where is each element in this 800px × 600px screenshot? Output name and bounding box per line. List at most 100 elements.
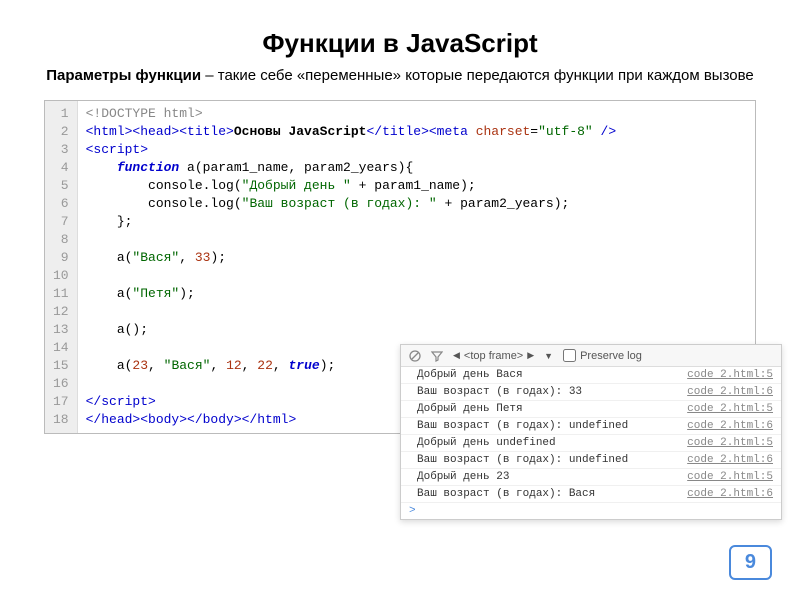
code-token: <!DOCTYPE html> (86, 106, 203, 121)
line-number: 14 (53, 339, 69, 357)
code-token: + param2_years); (437, 196, 570, 211)
code-token: a(param1_name, param2_years){ (179, 160, 413, 175)
console-src[interactable]: code 2.html:5 (687, 369, 773, 381)
code-token: charset (476, 124, 531, 139)
code-token: <script> (86, 142, 148, 157)
console-row: Добрый день Петяcode 2.html:5 (401, 401, 781, 418)
code-token: , (179, 250, 195, 265)
clear-console-icon[interactable] (409, 350, 421, 362)
blank-line (86, 303, 747, 321)
code-token: 12 (226, 358, 242, 373)
console-prompt[interactable]: > (401, 503, 781, 519)
code-token: = (530, 124, 538, 139)
subtitle-rest: – такие себе «переменные» которые переда… (201, 67, 754, 84)
slide: Функции в JavaScript Параметры функции –… (0, 0, 800, 600)
code-token: "Вася" (132, 250, 179, 265)
console-src[interactable]: code 2.html:5 (687, 403, 773, 415)
code-token: console.log( (86, 178, 242, 193)
code-token: Основы JavaScript (234, 124, 367, 139)
line-number: 9 (53, 249, 69, 267)
dropdown-icon[interactable]: ▼ (544, 351, 553, 361)
code-token: a( (86, 358, 133, 373)
devtools-console: ◀ <top frame> ▶ ▼ Preserve log Добрый де… (400, 344, 782, 520)
code-token: true (289, 358, 320, 373)
line-number: 11 (53, 285, 69, 303)
console-row: Ваш возраст (в годах): Васяcode 2.html:6 (401, 486, 781, 503)
code-token: 22 (257, 358, 273, 373)
console-msg: Добрый день Вася (417, 369, 687, 381)
console-msg: Добрый день undefined (417, 437, 687, 449)
console-toolbar: ◀ <top frame> ▶ ▼ Preserve log (401, 345, 781, 367)
blank-line (86, 267, 747, 285)
preserve-log-label: Preserve log (580, 350, 642, 362)
line-number: 4 (53, 159, 69, 177)
console-src[interactable]: code 2.html:6 (687, 420, 773, 432)
slide-title: Функции в JavaScript (30, 28, 770, 59)
line-number: 8 (53, 231, 69, 249)
line-number: 5 (53, 177, 69, 195)
preserve-log-input[interactable] (563, 349, 576, 362)
code-token: 33 (195, 250, 211, 265)
code-token: "Ваш возраст (в годах): " (242, 196, 437, 211)
code-token: "Вася" (164, 358, 211, 373)
code-token: <html><head><title> (86, 124, 234, 139)
line-number: 3 (53, 141, 69, 159)
subtitle-lead: Параметры функции (46, 67, 201, 84)
line-number: 16 (53, 375, 69, 393)
code-token: a( (86, 250, 133, 265)
code-token: a( (86, 286, 133, 301)
console-row: Ваш возраст (в годах): undefinedcode 2.h… (401, 452, 781, 469)
console-src[interactable]: code 2.html:5 (687, 471, 773, 483)
code-token: ); (210, 250, 226, 265)
code-token: "Петя" (132, 286, 179, 301)
console-msg: Ваш возраст (в годах): undefined (417, 420, 687, 432)
code-token: ); (179, 286, 195, 301)
blank-line (86, 231, 747, 249)
code-token: </script> (86, 394, 156, 409)
frame-selector[interactable]: ◀ <top frame> ▶ (453, 350, 534, 362)
console-src[interactable]: code 2.html:5 (687, 437, 773, 449)
console-row: Добрый день undefinedcode 2.html:5 (401, 435, 781, 452)
code-token: a(); (86, 322, 148, 337)
code-token: }; (86, 214, 133, 229)
console-row: Ваш возраст (в годах): 33code 2.html:6 (401, 384, 781, 401)
slide-subtitle: Параметры функции – такие себе «переменн… (30, 65, 770, 86)
code-token: </head><body></body></html> (86, 412, 297, 427)
code-token: , (210, 358, 226, 373)
code-token: , (242, 358, 258, 373)
code-token: </title><meta (366, 124, 475, 139)
line-number: 15 (53, 357, 69, 375)
code-token: /> (593, 124, 616, 139)
code-token: "utf-8" (538, 124, 593, 139)
console-rows: Добрый день Васяcode 2.html:5 Ваш возрас… (401, 367, 781, 503)
preserve-log-checkbox[interactable]: Preserve log (563, 349, 642, 362)
line-number: 6 (53, 195, 69, 213)
line-number: 1 (53, 105, 69, 123)
console-row: Добрый день 23code 2.html:5 (401, 469, 781, 486)
code-token: + param1_name); (351, 178, 476, 193)
frame-label: <top frame> (464, 350, 523, 362)
line-number: 12 (53, 303, 69, 321)
code-token: function (86, 160, 180, 175)
line-number: 7 (53, 213, 69, 231)
console-msg: Добрый день Петя (417, 403, 687, 415)
console-msg: Добрый день 23 (417, 471, 687, 483)
console-src[interactable]: code 2.html:6 (687, 488, 773, 500)
line-number: 17 (53, 393, 69, 411)
line-number: 2 (53, 123, 69, 141)
filter-icon[interactable] (431, 350, 443, 362)
console-msg: Ваш возраст (в годах): undefined (417, 454, 687, 466)
console-row: Добрый день Васяcode 2.html:5 (401, 367, 781, 384)
line-number: 18 (53, 411, 69, 429)
code-token: "Добрый день " (242, 178, 351, 193)
code-token: , (148, 358, 164, 373)
code-token: console.log( (86, 196, 242, 211)
console-src[interactable]: code 2.html:6 (687, 454, 773, 466)
line-number: 10 (53, 267, 69, 285)
console-msg: Ваш возраст (в годах): 33 (417, 386, 687, 398)
code-token: ); (320, 358, 336, 373)
console-src[interactable]: code 2.html:6 (687, 386, 773, 398)
page-number: 9 (729, 545, 772, 580)
line-gutter: 1 2 3 4 5 6 7 8 9 10 11 12 13 14 15 16 1… (45, 101, 78, 433)
console-msg: Ваш возраст (в годах): Вася (417, 488, 687, 500)
